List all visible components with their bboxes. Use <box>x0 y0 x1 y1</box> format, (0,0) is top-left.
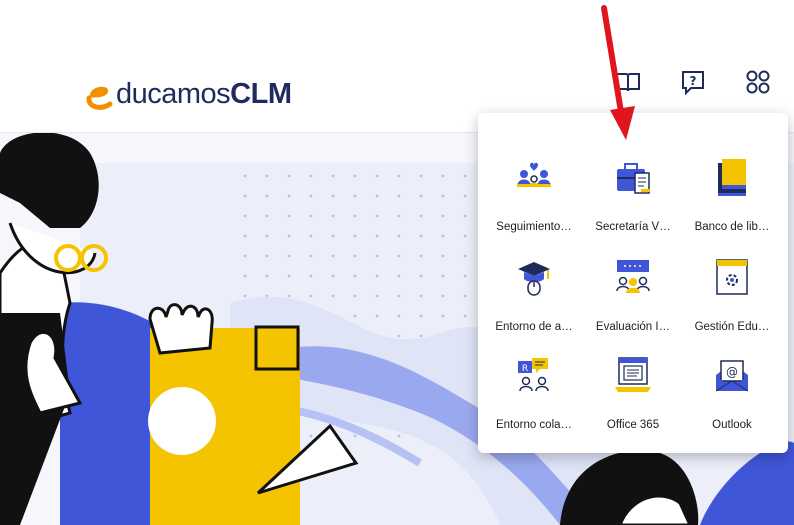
apps-grid-icon[interactable] <box>742 66 774 98</box>
laptop-document-icon <box>615 357 651 392</box>
app-seguimiento[interactable]: Seguimiento… <box>486 133 582 233</box>
logo-text-clm: CLM <box>230 78 292 110</box>
app-label: Seguimiento… <box>496 221 572 233</box>
app-evaluacion[interactable]: Evaluación I… <box>585 233 681 333</box>
gear-window-icon <box>716 259 748 295</box>
app-label: Secretaría V… <box>595 221 671 233</box>
app-label: Office 365 <box>606 419 660 431</box>
app-entorno-aprendizaje[interactable]: Entorno de a… <box>486 233 582 333</box>
app-label: Outlook <box>712 419 752 431</box>
collaboration-chat-icon: R <box>518 358 549 392</box>
app-outlook[interactable]: @ Outlook <box>684 331 780 431</box>
evaluation-group-icon <box>616 260 650 293</box>
logo-text-ducamos: ducamos <box>116 78 231 110</box>
app-office-365[interactable]: Office 365 <box>585 331 681 431</box>
graduation-mouse-icon <box>518 262 550 296</box>
logo-text: ducamosCLM <box>116 78 292 110</box>
email-envelope-icon: @ <box>715 360 749 392</box>
app-entorno-colaborativo[interactable]: R Entorno cola… <box>486 331 582 431</box>
svg-text:R: R <box>522 364 528 374</box>
apps-dropdown-panel: Seguimiento… Secretaría V… Banco de lib… <box>478 113 788 453</box>
app-gestion-educativa[interactable]: Gestión Edu… <box>684 233 780 333</box>
educamosclm-logo[interactable]: ducamosCLM <box>84 70 292 110</box>
svg-text:@: @ <box>726 365 738 379</box>
books-icon <box>718 159 746 196</box>
briefcase-document-icon <box>617 163 650 194</box>
svg-text:?: ? <box>690 74 697 88</box>
help-icon[interactable]: ? <box>677 66 709 98</box>
logo-e-icon <box>86 86 113 110</box>
app-banco-de-libros[interactable]: Banco de lib… <box>684 133 780 233</box>
app-label: Banco de lib… <box>694 221 770 233</box>
people-heart-icon <box>517 162 551 187</box>
app-label: Entorno cola… <box>495 419 573 431</box>
red-arrow-annotation <box>601 5 635 140</box>
